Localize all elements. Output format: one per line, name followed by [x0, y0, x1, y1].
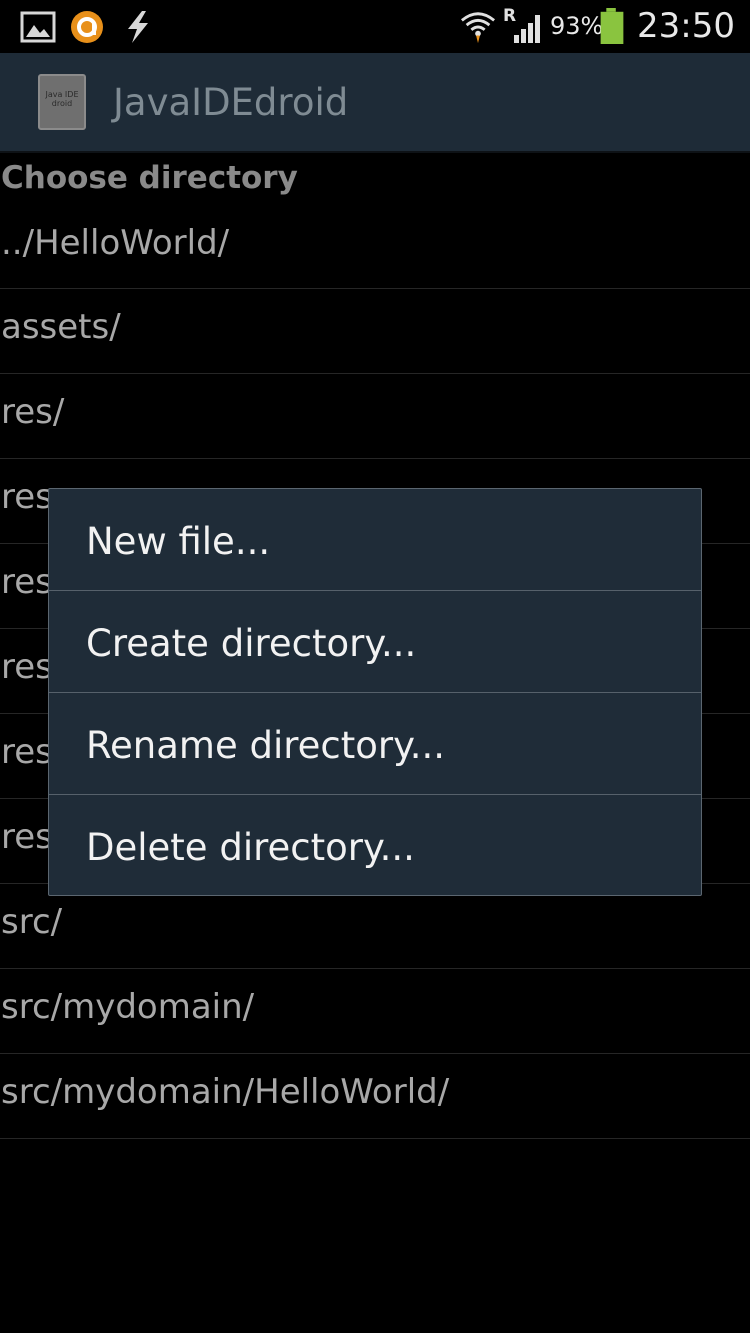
directory-item[interactable]: src/mydomain/HelloWorld/ [0, 1054, 750, 1139]
wifi-icon [460, 12, 496, 44]
usb-debug-icon [128, 11, 148, 43]
delete-directory-menu-item[interactable]: Delete directory... [49, 795, 701, 895]
directory-label: res [1, 732, 53, 772]
directory-label: src/mydomain/HelloWorld/ [1, 1072, 450, 1112]
directory-label: res [1, 647, 53, 687]
directory-item[interactable]: src/ [0, 884, 750, 969]
context-menu: New file... Create directory... Rename d… [48, 488, 702, 896]
status-time: 23:50 [637, 6, 735, 46]
directory-label: src/mydomain/ [1, 987, 255, 1027]
directory-label: res [1, 562, 53, 602]
directory-label: assets/ [1, 307, 121, 347]
create-directory-menu-item[interactable]: Create directory... [49, 591, 701, 693]
page-title: Choose directory [1, 160, 298, 196]
menu-item-label: Delete directory... [86, 826, 415, 869]
menu-item-label: Rename directory... [86, 724, 446, 767]
action-bar: Java IDE droid JavaIDEdroid [0, 53, 750, 153]
directory-item[interactable]: src/mydomain/ [0, 969, 750, 1054]
directory-label: src/ [1, 902, 63, 942]
status-bar: R 93% 23:50 [0, 0, 750, 53]
image-notification-icon [20, 11, 56, 43]
directory-label: res/ [1, 392, 65, 432]
menu-item-label: New file... [86, 520, 271, 563]
directory-item[interactable]: ../HelloWorld/ [0, 203, 750, 289]
avast-icon [71, 11, 103, 43]
new-file-menu-item[interactable]: New file... [49, 489, 701, 591]
app-logo-icon: Java IDE droid [38, 74, 86, 130]
battery-icon [600, 8, 624, 44]
signal-strength-icon [514, 15, 540, 43]
battery-percent: 93% [550, 12, 604, 40]
rename-directory-menu-item[interactable]: Rename directory... [49, 693, 701, 795]
menu-item-label: Create directory... [86, 622, 417, 665]
app-title: JavaIDEdroid [113, 81, 349, 124]
directory-item[interactable]: res/ [0, 374, 750, 459]
directory-label: ../HelloWorld/ [1, 223, 230, 263]
directory-label: res [1, 477, 53, 517]
directory-item[interactable]: assets/ [0, 289, 750, 374]
directory-label: res [1, 817, 53, 857]
